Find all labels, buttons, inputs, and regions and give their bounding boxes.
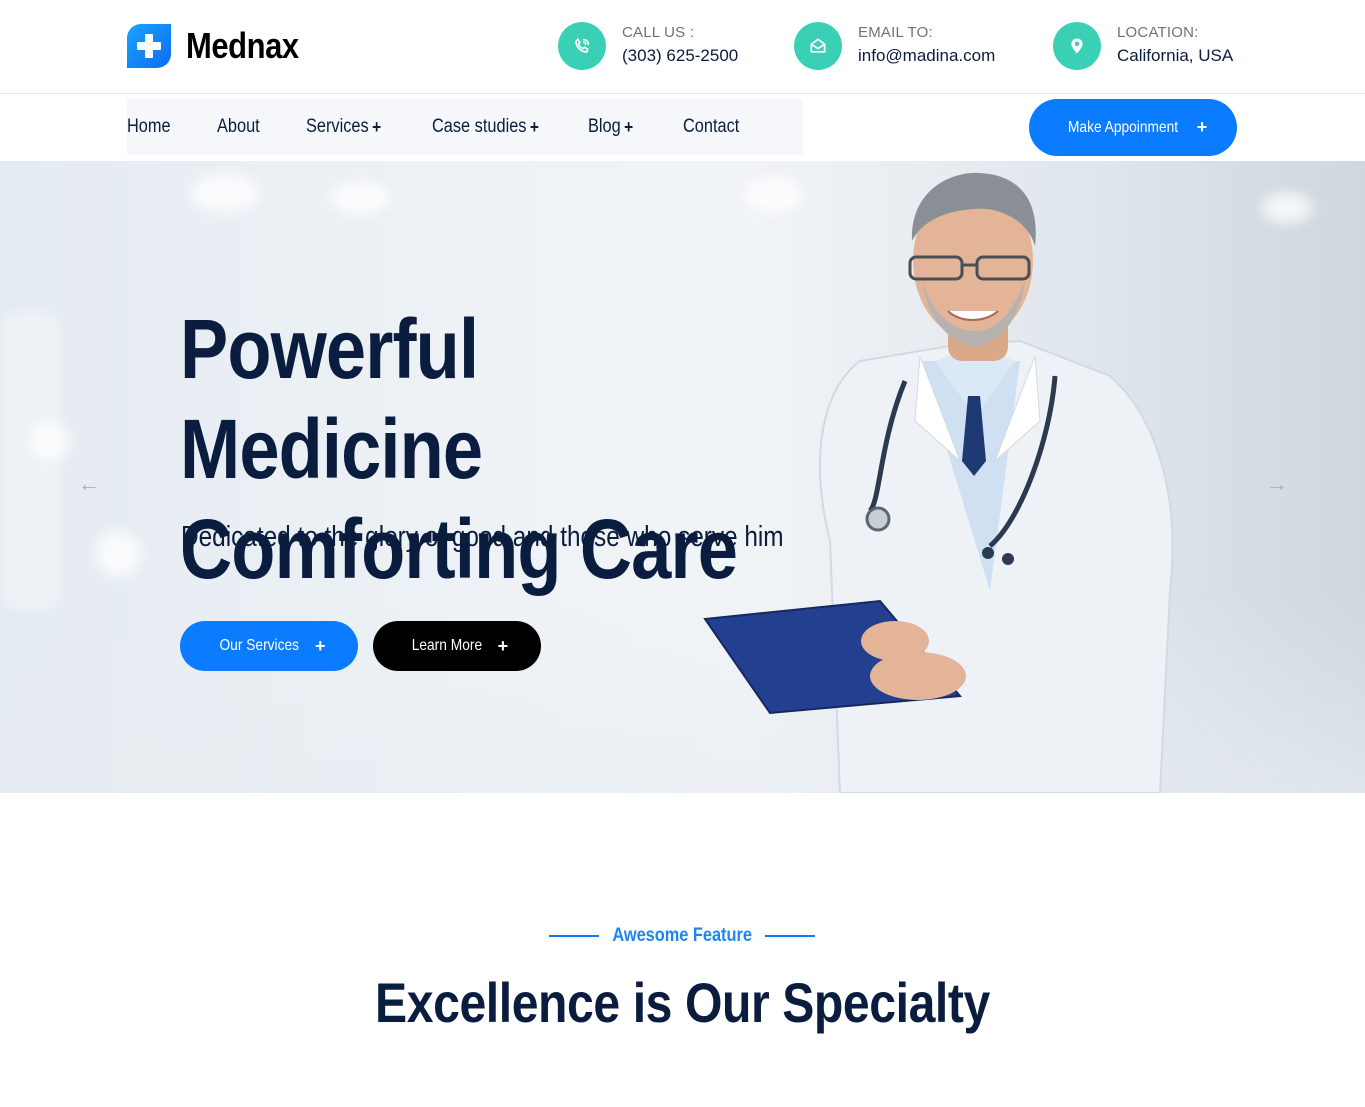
make-appointment-button[interactable]: Make Appoinment + — [1029, 99, 1237, 156]
plus-icon: + — [314, 635, 326, 656]
top-header: Mednax CALL US : (303) 625-2500 EMAIL TO… — [0, 0, 1365, 94]
hero-slider: Powerful Medicine Comforting Care Dedica… — [0, 161, 1365, 793]
divider-line — [549, 935, 599, 937]
bokeh-light — [95, 531, 141, 577]
nav-item-services[interactable]: Services + — [306, 116, 381, 138]
section-title: Excellence is Our Specialty — [0, 968, 1365, 1038]
section-tag-text: Awesome Feature — [612, 925, 752, 946]
hero-title-line: Powerful Medicine — [180, 302, 483, 496]
map-pin-icon — [1053, 22, 1101, 70]
plus-icon: + — [624, 116, 634, 137]
nav-label: Contact — [683, 116, 740, 137]
location-value: California, USA — [1117, 46, 1234, 65]
plus-icon: + — [529, 116, 539, 137]
bokeh-light — [1262, 193, 1312, 223]
medical-cross-icon — [127, 24, 171, 68]
nav-label: Services — [306, 116, 369, 137]
section-tag: Awesome Feature — [549, 924, 815, 948]
slider-prev-arrow-icon[interactable]: ← — [78, 471, 100, 497]
button-label: Our Services — [218, 637, 299, 654]
section-title-text: Excellence is Our Specialty — [375, 971, 990, 1034]
nav-label: Blog — [588, 116, 621, 137]
nav-item-contact[interactable]: Contact — [683, 116, 739, 138]
email-address[interactable]: info@madina.com — [858, 43, 995, 69]
main-navigation: Home About Services + Case studies + Blo… — [0, 94, 1365, 161]
nav-label: Case studies — [432, 116, 527, 137]
location-label: LOCATION: — [1117, 24, 1199, 41]
email-label: EMAIL TO: — [858, 24, 933, 41]
nav-item-home[interactable]: Home — [127, 116, 171, 138]
slider-next-arrow-icon[interactable]: → — [1266, 471, 1288, 497]
hero-title: Powerful Medicine Comforting Care — [180, 299, 782, 599]
phone-label: CALL US : — [622, 24, 695, 41]
button-label: Learn More — [411, 637, 482, 654]
phone-number[interactable]: (303) 625-2500 — [622, 43, 738, 69]
divider-line — [765, 935, 815, 937]
nav-label: About — [217, 116, 260, 137]
learn-more-button[interactable]: Learn More + — [373, 621, 541, 671]
plus-icon: + — [372, 116, 382, 137]
envelope-open-icon — [794, 22, 842, 70]
nav-item-about[interactable]: About — [217, 116, 260, 138]
contact-location: LOCATION: California, USA — [1053, 22, 1233, 70]
site-logo[interactable]: Mednax — [127, 24, 317, 68]
appointment-label: Make Appoinment — [1067, 118, 1178, 136]
nav-label: Home — [127, 116, 171, 137]
contact-phone[interactable]: CALL US : (303) 625-2500 — [558, 22, 738, 70]
nav-item-case-studies[interactable]: Case studies + — [432, 116, 539, 138]
plus-icon: + — [1196, 117, 1208, 137]
bokeh-light — [0, 311, 60, 611]
bokeh-light — [330, 181, 390, 215]
hero-subtitle: Dedicated to the glory of good and those… — [181, 521, 784, 553]
contact-email[interactable]: EMAIL TO: info@madina.com — [794, 22, 995, 70]
nav-menu: Home About Services + Case studies + Blo… — [127, 99, 803, 155]
our-services-button[interactable]: Our Services + — [180, 621, 358, 671]
phone-icon — [558, 22, 606, 70]
brand-name: Mednax — [186, 25, 299, 66]
plus-icon: + — [497, 635, 509, 656]
nav-item-blog[interactable]: Blog + — [588, 116, 633, 138]
bokeh-light — [190, 173, 260, 213]
